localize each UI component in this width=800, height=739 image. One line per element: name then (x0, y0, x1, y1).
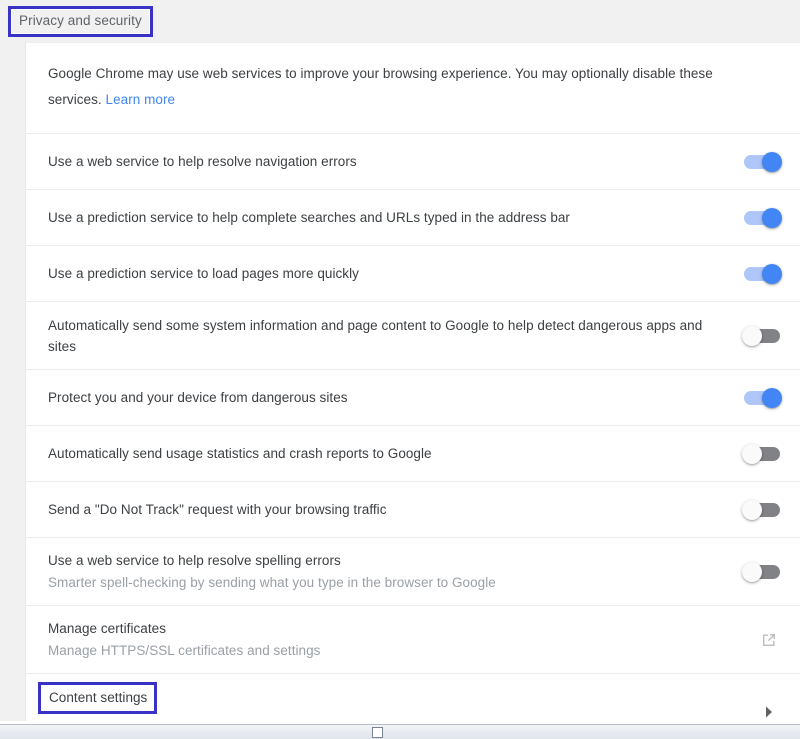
setting-row-spelling-errors[interactable]: Use a web service to help resolve spelli… (26, 538, 800, 606)
toggle-prediction-address-bar[interactable] (744, 207, 782, 228)
row-title: Automatically send usage statistics and … (48, 446, 432, 461)
setting-row-safe-browsing[interactable]: Protect you and your device from dangero… (26, 370, 800, 426)
row-text-wrap: Protect you and your device from dangero… (48, 387, 744, 408)
intro-description-row: Google Chrome may use web services to im… (26, 43, 800, 134)
chrome-settings-page: Privacy and security Google Chrome may u… (0, 0, 800, 739)
intro-paragraph: Google Chrome may use web services to im… (48, 61, 756, 113)
toggle-knob (762, 263, 782, 284)
row-title: Content settings (49, 690, 148, 705)
toggle-do-not-track[interactable] (742, 499, 780, 520)
toggle-knob (742, 325, 762, 346)
section-title-highlight-box: Privacy and security (8, 6, 153, 37)
horizontal-scrollbar-thumb[interactable] (372, 727, 383, 738)
learn-more-link[interactable]: Learn more (106, 92, 176, 107)
row-text-wrap: Automatically send some system informati… (48, 315, 744, 357)
toggle-knob (742, 443, 762, 464)
toggle-knob (742, 499, 762, 520)
row-text-wrap: Use a web service to help resolve spelli… (48, 550, 744, 593)
row-text-wrap: Use a prediction service to help complet… (48, 207, 744, 228)
open-in-new-icon[interactable] (758, 629, 780, 651)
settings-card: Google Chrome may use web services to im… (25, 42, 800, 739)
setting-row-do-not-track[interactable]: Send a "Do Not Track" request with your … (26, 482, 800, 538)
row-title: Manage certificates (48, 621, 167, 636)
privacy-and-security-header[interactable]: Privacy and security (8, 6, 153, 37)
toggle-spelling-errors[interactable] (742, 561, 780, 582)
toggle-knob (762, 207, 782, 228)
section-title-highlight-inner: Privacy and security (11, 9, 150, 34)
setting-row-manage-certificates[interactable]: Manage certificates Manage HTTPS/SSL cer… (26, 606, 800, 674)
row-text-wrap: Automatically send usage statistics and … (48, 443, 744, 464)
toggle-knob (762, 387, 782, 408)
row-title: Use a prediction service to load pages m… (48, 266, 359, 281)
row-subtitle: Manage HTTPS/SSL certificates and settin… (48, 643, 321, 658)
toggle-usage-statistics[interactable] (742, 443, 780, 464)
toggle-knob (742, 561, 762, 582)
toggle-prediction-load-pages[interactable] (744, 263, 782, 284)
content-settings-highlight-inner: Content settings (41, 685, 155, 711)
content-settings-highlight-box: Content settings (38, 682, 158, 714)
setting-row-usage-statistics[interactable]: Automatically send usage statistics and … (26, 426, 800, 482)
row-subtitle: Smarter spell-checking by sending what y… (48, 575, 496, 590)
page-title: Privacy and security (19, 13, 142, 28)
setting-row-prediction-load-pages[interactable]: Use a prediction service to load pages m… (26, 246, 800, 302)
row-text-wrap: Use a prediction service to load pages m… (48, 263, 744, 284)
chevron-right-icon[interactable] (758, 701, 780, 723)
toggle-safe-browsing[interactable] (744, 387, 782, 408)
toggle-knob (762, 151, 782, 172)
setting-row-navigation-errors[interactable]: Use a web service to help resolve naviga… (26, 134, 800, 190)
toggle-send-system-information[interactable] (742, 325, 780, 346)
row-title: Use a prediction service to help complet… (48, 210, 570, 225)
row-text-wrap: Send a "Do Not Track" request with your … (48, 499, 744, 520)
row-title: Protect you and your device from dangero… (48, 390, 348, 405)
row-title: Automatically send some system informati… (48, 317, 703, 354)
setting-row-prediction-address-bar[interactable]: Use a prediction service to help complet… (26, 190, 800, 246)
row-text-wrap: Use a web service to help resolve naviga… (48, 151, 744, 172)
row-title: Use a web service to help resolve spelli… (48, 553, 341, 568)
setting-row-send-system-information[interactable]: Automatically send some system informati… (26, 302, 800, 370)
row-text-wrap: Manage certificates Manage HTTPS/SSL cer… (48, 618, 758, 661)
toggle-navigation-errors[interactable] (744, 151, 782, 172)
horizontal-scrollbar[interactable] (0, 724, 800, 739)
section-header-bar: Privacy and security (0, 0, 800, 42)
row-title: Use a web service to help resolve naviga… (48, 154, 357, 169)
intro-text-wrap: Google Chrome may use web services to im… (48, 61, 780, 113)
row-title: Send a "Do Not Track" request with your … (48, 502, 387, 517)
